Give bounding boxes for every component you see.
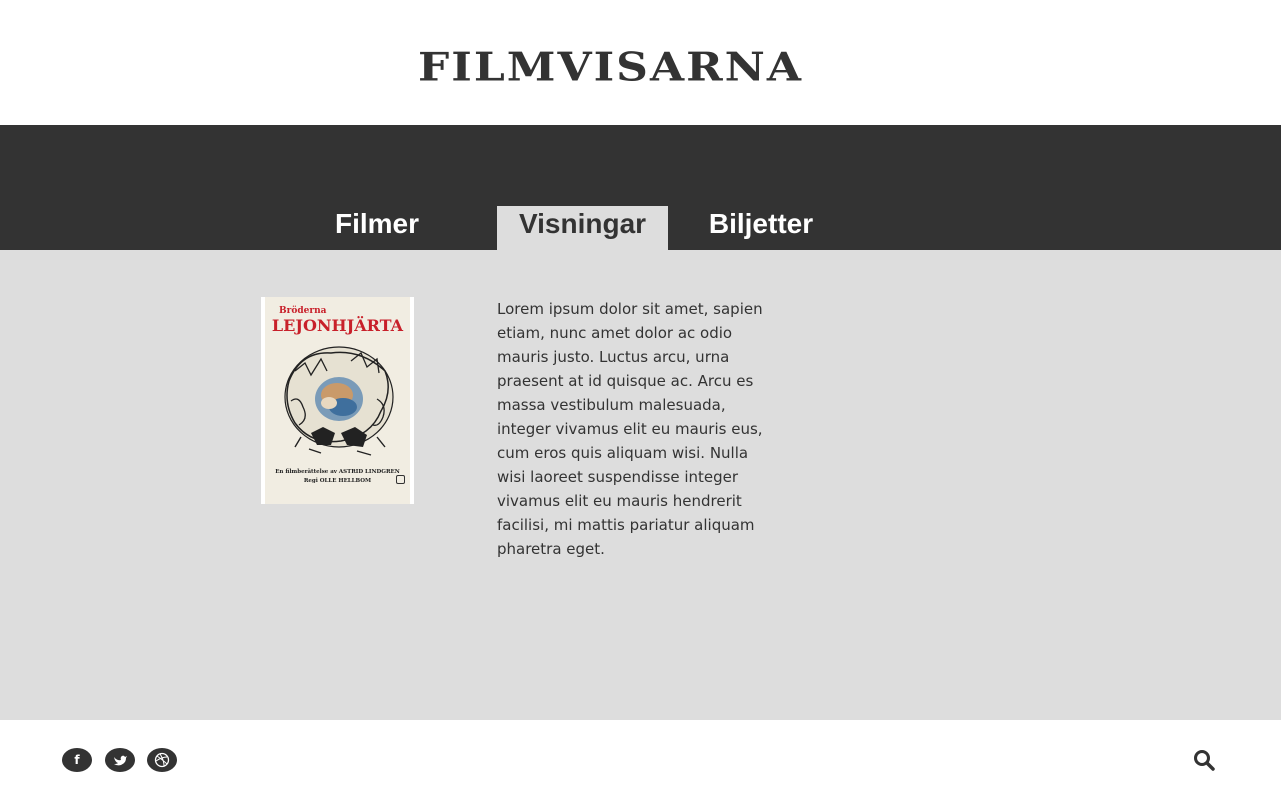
twitter-icon[interactable] xyxy=(105,748,135,772)
nav-tab-filmer[interactable]: Filmer xyxy=(320,206,434,250)
search-icon[interactable] xyxy=(1192,748,1216,772)
site-footer: f xyxy=(0,720,1281,800)
movie-poster[interactable]: Bröderna LEJONHJÄRTA En filmberättelse a… xyxy=(261,297,414,504)
nav-tab-biljetter[interactable]: Biljetter xyxy=(690,206,832,250)
nav-tab-visningar[interactable]: Visningar xyxy=(497,206,668,250)
poster-credit-director: Regi OLLE HELLBOM xyxy=(303,478,372,484)
poster-credit-author: En filmberättelse av ASTRID LINDGREN xyxy=(275,469,400,475)
main-content: Bröderna LEJONHJÄRTA En filmberättelse a… xyxy=(0,250,1281,720)
main-nav: Filmer Visningar Biljetter xyxy=(0,125,1281,250)
poster-top-text: Bröderna xyxy=(279,306,327,316)
poster-illustration xyxy=(284,346,394,456)
dribbble-icon[interactable] xyxy=(147,748,177,772)
site-logo[interactable]: FILMVISARNA xyxy=(418,48,803,88)
site-header: FILMVISARNA xyxy=(0,0,1281,125)
facebook-icon[interactable]: f xyxy=(62,748,92,772)
poster-title: LEJONHJÄRTA xyxy=(271,316,404,335)
poster-rating-mark xyxy=(396,475,405,484)
movie-description: Lorem ipsum dolor sit amet, sapien etiam… xyxy=(497,300,763,558)
